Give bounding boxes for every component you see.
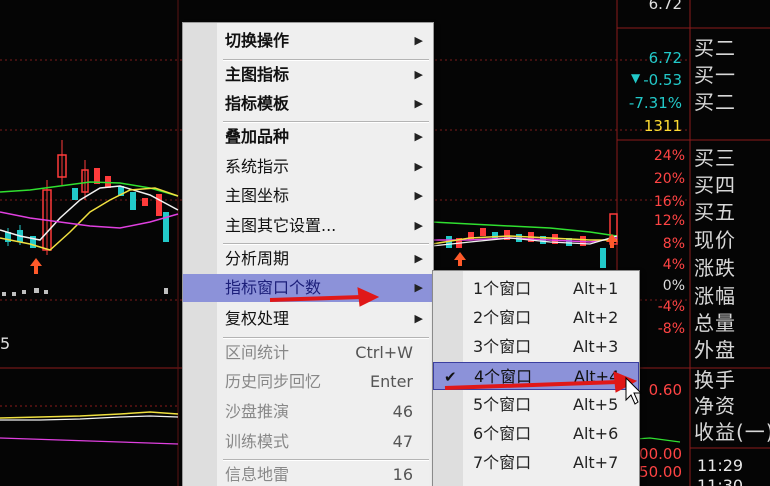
annotation-layer: [269, 287, 643, 405]
stock-chart-screen: 6.72 6.72 ▼ -0.53 -7.31% 1311 24% 20% 16…: [0, 0, 770, 486]
annotation-arrow: [269, 287, 380, 307]
annotation-arrow: [444, 371, 638, 393]
